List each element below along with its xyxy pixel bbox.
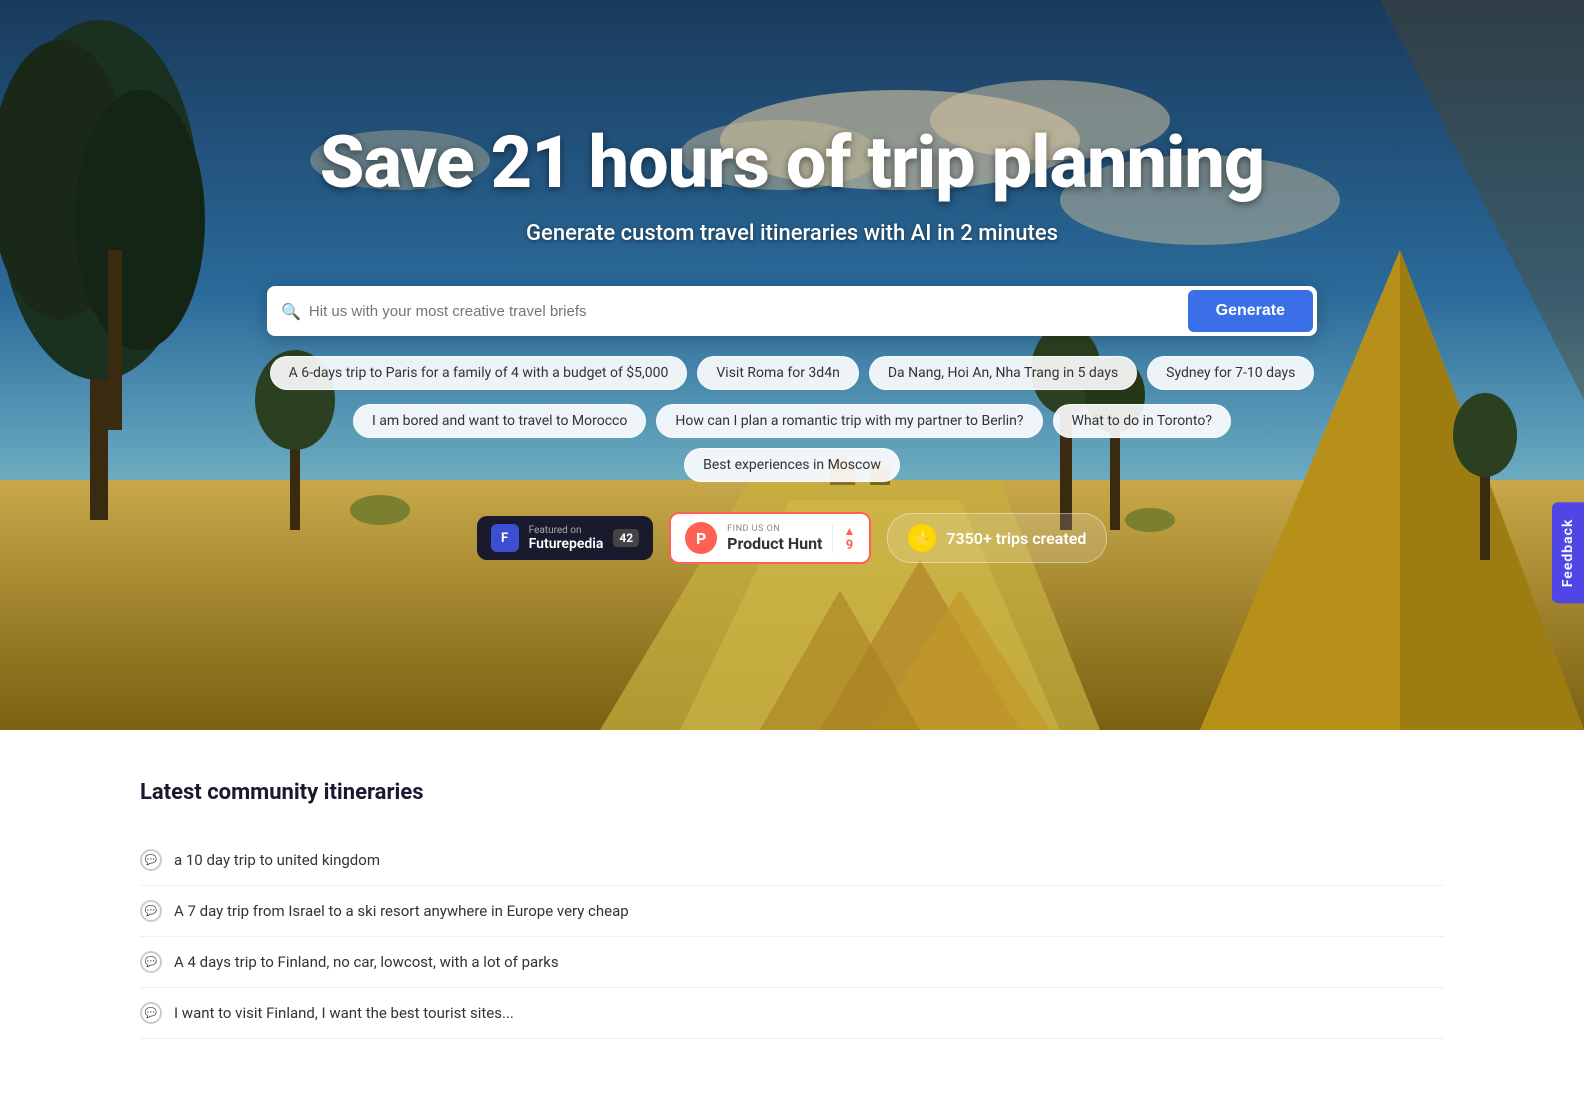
chat-bubble-icon: 💬 <box>140 951 162 973</box>
hero-subtitle: Generate custom travel itineraries with … <box>526 221 1058 246</box>
itinerary-text: a 10 day trip to united kingdom <box>174 851 380 869</box>
chat-bubble-icon: 💬 <box>140 849 162 871</box>
product-hunt-vote-count: 9 <box>846 538 853 553</box>
hero-content: Save 21 hours of trip planning Generate … <box>0 120 1584 564</box>
chat-bubble-icon: 💬 <box>140 900 162 922</box>
itinerary-item[interactable]: 💬 A 7 day trip from Israel to a ski reso… <box>140 886 1444 937</box>
product-hunt-votes: ▲ 9 <box>832 524 855 553</box>
itinerary-list: 💬 a 10 day trip to united kingdom 💬 A 7 … <box>140 835 1444 1039</box>
futurepedia-icon: F <box>491 524 519 552</box>
futurepedia-name: Futurepedia <box>529 536 604 552</box>
trips-badge[interactable]: ⭐ 7350+ trips created <box>887 513 1107 563</box>
product-hunt-find-us-label: FIND US ON <box>727 524 822 534</box>
chat-bubble-icon: 💬 <box>140 1002 162 1024</box>
itinerary-item[interactable]: 💬 A 4 days trip to Finland, no car, lowc… <box>140 937 1444 988</box>
tag-chips-row2: I am bored and want to travel to Morocco… <box>267 404 1317 482</box>
itinerary-text: A 7 day trip from Israel to a ski resort… <box>174 902 629 920</box>
tag-chip-3[interactable]: Da Nang, Hoi An, Nha Trang in 5 days <box>869 356 1137 390</box>
badges-row: F Featured on Futurepedia 42 P FIND US O… <box>477 512 1108 564</box>
itinerary-text: I want to visit Finland, I want the best… <box>174 1004 514 1022</box>
product-hunt-icon: P <box>685 522 717 554</box>
product-hunt-badge[interactable]: P FIND US ON Product Hunt ▲ 9 <box>669 512 871 564</box>
itinerary-item[interactable]: 💬 I want to visit Finland, I want the be… <box>140 988 1444 1039</box>
futurepedia-badge[interactable]: F Featured on Futurepedia 42 <box>477 516 654 560</box>
feedback-tab[interactable]: Feedback <box>1552 502 1584 603</box>
tag-chip-4[interactable]: Sydney for 7-10 days <box>1147 356 1314 390</box>
tag-chip-6[interactable]: How can I plan a romantic trip with my p… <box>656 404 1042 438</box>
product-hunt-text: FIND US ON Product Hunt <box>727 524 822 553</box>
tag-chip-8[interactable]: Best experiences in Moscow <box>684 448 900 482</box>
tag-chip-2[interactable]: Visit Roma for 3d4n <box>697 356 858 390</box>
hero-title: Save 21 hours of trip planning <box>320 120 1264 205</box>
tag-chip-1[interactable]: A 6-days trip to Paris for a family of 4… <box>270 356 688 390</box>
product-hunt-name: Product Hunt <box>727 534 822 553</box>
tag-chip-7[interactable]: What to do in Toronto? <box>1053 404 1231 438</box>
trips-count-label: 7350+ trips created <box>946 529 1086 548</box>
itinerary-text: A 4 days trip to Finland, no car, lowcos… <box>174 953 559 971</box>
search-icon: 🔍 <box>281 302 301 321</box>
futurepedia-featured-label: Featured on <box>529 525 604 536</box>
product-hunt-arrow: ▲ <box>843 524 855 538</box>
futurepedia-text: Featured on Futurepedia <box>529 525 604 552</box>
hero-section: Save 21 hours of trip planning Generate … <box>0 0 1584 730</box>
itinerary-item[interactable]: 💬 a 10 day trip to united kingdom <box>140 835 1444 886</box>
trips-star-icon: ⭐ <box>908 524 936 552</box>
community-title: Latest community itineraries <box>140 780 1444 805</box>
futurepedia-count: 42 <box>613 529 639 547</box>
tag-chip-5[interactable]: I am bored and want to travel to Morocco <box>353 404 646 438</box>
tag-chips-row1: A 6-days trip to Paris for a family of 4… <box>267 356 1317 390</box>
lower-section: Latest community itineraries 💬 a 10 day … <box>0 730 1584 1089</box>
search-input[interactable] <box>309 303 1188 320</box>
generate-button[interactable]: Generate <box>1188 290 1313 332</box>
search-bar: 🔍 Generate <box>267 286 1317 336</box>
